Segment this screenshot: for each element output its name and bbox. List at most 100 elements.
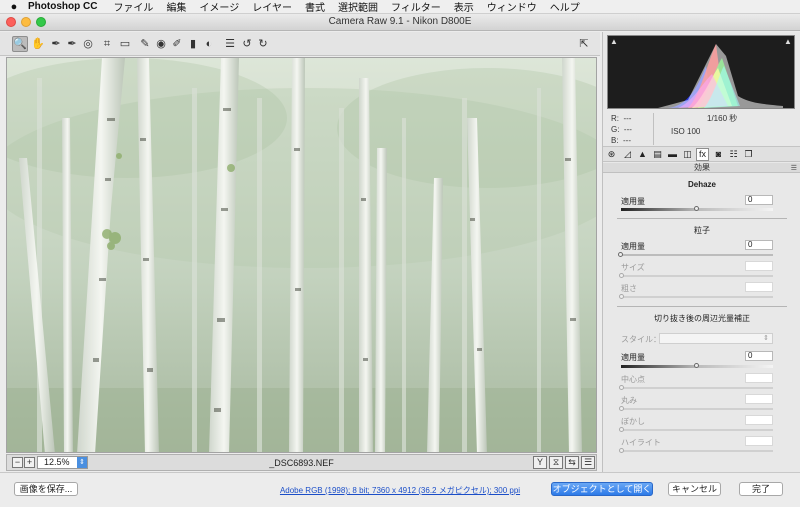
- dehaze-title: Dehaze: [687, 180, 716, 189]
- menu-file[interactable]: ファイル: [113, 0, 153, 14]
- vignette-feather-label: ぼかし: [621, 417, 645, 426]
- adjustment-brush-tool-icon[interactable]: ✐: [169, 36, 185, 52]
- before-after-toggle[interactable]: Y: [533, 456, 547, 469]
- dialog-bottom-bar: 画像を保存... Adobe RGB (1998); 8 bit; 7360 x…: [0, 472, 800, 507]
- menu-window[interactable]: ウィンドウ: [487, 0, 537, 14]
- hand-tool-icon[interactable]: ✋: [30, 36, 46, 52]
- vignette-feather-slider: [619, 427, 773, 432]
- rotate-cw-icon[interactable]: ↻: [255, 36, 271, 52]
- menu-filter[interactable]: フィルター: [391, 0, 441, 14]
- toggle-settings-button[interactable]: ☰: [581, 456, 595, 469]
- effects-title: 効果: [694, 163, 710, 172]
- vignette-amount-field[interactable]: 0: [745, 351, 773, 361]
- preferences-icon[interactable]: ☰: [222, 36, 238, 52]
- vignette-amount-thumb[interactable]: [694, 363, 699, 368]
- vignette-feather-field: [745, 415, 773, 425]
- zoom-tool-icon[interactable]: 🔍: [12, 36, 28, 52]
- effects-section-header: 効果 ☰: [603, 163, 800, 173]
- vignette-midpoint-thumb: [619, 385, 624, 390]
- tab-camera-calibration[interactable]: ◙: [712, 148, 725, 161]
- crop-tool-icon[interactable]: ⌗: [99, 36, 115, 52]
- grain-amount-label: 適用量: [621, 242, 645, 251]
- grain-amount-slider[interactable]: [618, 252, 773, 257]
- targeted-adjustment-tool-icon[interactable]: ◎: [80, 36, 96, 52]
- graduated-filter-tool-icon[interactable]: ▮: [185, 36, 201, 52]
- dehaze-amount-label: 適用量: [621, 197, 645, 206]
- group-divider: [617, 306, 787, 307]
- rgb-readout: R: --- G: --- B: ---: [611, 113, 632, 146]
- b-value: ---: [623, 136, 632, 145]
- vignette-roundness-thumb: [619, 406, 624, 411]
- straighten-tool-icon[interactable]: ▭: [117, 36, 133, 52]
- grain-roughness-slider: [619, 294, 773, 299]
- vignette-midpoint-label: 中心点: [621, 375, 645, 384]
- menu-edit[interactable]: 編集: [166, 0, 186, 14]
- chevron-updown-icon: ⇕: [763, 335, 769, 342]
- tab-effects[interactable]: fx: [696, 148, 709, 161]
- window-title: Camera Raw 9.1 - Nikon D800E: [328, 16, 472, 27]
- fullscreen-toggle-icon[interactable]: ⇱: [576, 36, 592, 52]
- shutter-speed: 1/160 秒: [707, 114, 738, 123]
- g-value: ---: [623, 125, 632, 134]
- tab-lens-corrections[interactable]: ◫: [681, 148, 694, 161]
- grain-size-label: サイズ: [621, 263, 645, 272]
- tab-snapshots[interactable]: ❐: [742, 148, 755, 161]
- rotate-ccw-icon[interactable]: ↺: [239, 36, 255, 52]
- grain-size-slider: [619, 273, 773, 278]
- shadow-clipping-icon[interactable]: ▲: [610, 38, 618, 46]
- vignette-roundness-label: 丸み: [621, 396, 637, 405]
- tab-presets[interactable]: ☷: [727, 148, 740, 161]
- image-preview[interactable]: [6, 57, 597, 453]
- r-label: R:: [611, 114, 619, 123]
- menu-type[interactable]: 書式: [305, 0, 325, 14]
- vignette-highlights-label: ハイライト: [621, 438, 661, 447]
- dehaze-amount-thumb[interactable]: [694, 206, 699, 211]
- window-titlebar: Camera Raw 9.1 - Nikon D800E: [0, 14, 800, 31]
- vignette-feather-thumb: [619, 427, 624, 432]
- vignette-roundness-field: [745, 394, 773, 404]
- vignette-amount-slider[interactable]: [621, 363, 773, 368]
- menu-help[interactable]: ヘルプ: [550, 0, 580, 14]
- open-object-button[interactable]: オブジェクトとして開く: [551, 482, 653, 496]
- vignette-style-select: ⇕: [659, 333, 773, 344]
- radial-filter-tool-icon[interactable]: ◐: [201, 36, 217, 52]
- cancel-button[interactable]: キャンセル: [668, 482, 721, 496]
- dehaze-amount-slider[interactable]: [621, 206, 773, 211]
- grain-amount-field[interactable]: 0: [745, 240, 773, 250]
- apple-menu-icon[interactable]: ●: [0, 1, 28, 13]
- spot-removal-tool-icon[interactable]: ✎: [137, 36, 153, 52]
- menu-layer[interactable]: レイヤー: [252, 0, 292, 14]
- vignette-style-label: スタイル：: [621, 335, 661, 344]
- done-button[interactable]: 完了: [739, 482, 783, 496]
- g-label: G:: [611, 125, 620, 134]
- swap-settings-button[interactable]: ⧖: [549, 456, 563, 469]
- tab-split-toning[interactable]: ▬: [666, 148, 679, 161]
- panel-menu-icon[interactable]: ☰: [791, 164, 797, 174]
- tab-basic[interactable]: ⊛: [605, 148, 618, 161]
- menu-app-name[interactable]: Photoshop CC: [28, 1, 97, 12]
- grain-roughness-label: 粗さ: [621, 284, 637, 293]
- vignette-midpoint-field: [745, 373, 773, 383]
- highlight-clipping-icon[interactable]: ▲: [784, 38, 792, 46]
- vignette-roundness-slider: [619, 406, 773, 411]
- info-divider: [653, 113, 654, 145]
- white-balance-tool-icon[interactable]: ✒: [48, 36, 64, 52]
- red-eye-tool-icon[interactable]: ◉: [153, 36, 169, 52]
- dehaze-amount-field[interactable]: 0: [745, 195, 773, 205]
- adjustment-panel: ▲ ▲ R: --- G: --- B: --- 1/160 秒 ISO 100…: [602, 32, 800, 472]
- copy-settings-button[interactable]: ⇆: [565, 456, 579, 469]
- tab-tone-curve[interactable]: ◿: [621, 148, 634, 161]
- tab-hsl[interactable]: ▤: [651, 148, 664, 161]
- menu-select[interactable]: 選択範囲: [338, 0, 378, 14]
- image-info: R: --- G: --- B: --- 1/160 秒 ISO 100: [607, 111, 795, 147]
- grain-amount-thumb[interactable]: [618, 252, 623, 257]
- vignette-midpoint-slider: [619, 385, 773, 390]
- color-sampler-tool-icon[interactable]: ✒: [64, 36, 80, 52]
- vignette-highlights-slider: [619, 448, 773, 453]
- birch-forest-photo: [7, 58, 596, 452]
- tab-detail[interactable]: ▲: [636, 148, 649, 161]
- histogram: ▲ ▲: [607, 35, 795, 109]
- grain-size-thumb: [619, 273, 624, 278]
- menu-view[interactable]: 表示: [454, 0, 474, 14]
- menu-image[interactable]: イメージ: [199, 0, 239, 14]
